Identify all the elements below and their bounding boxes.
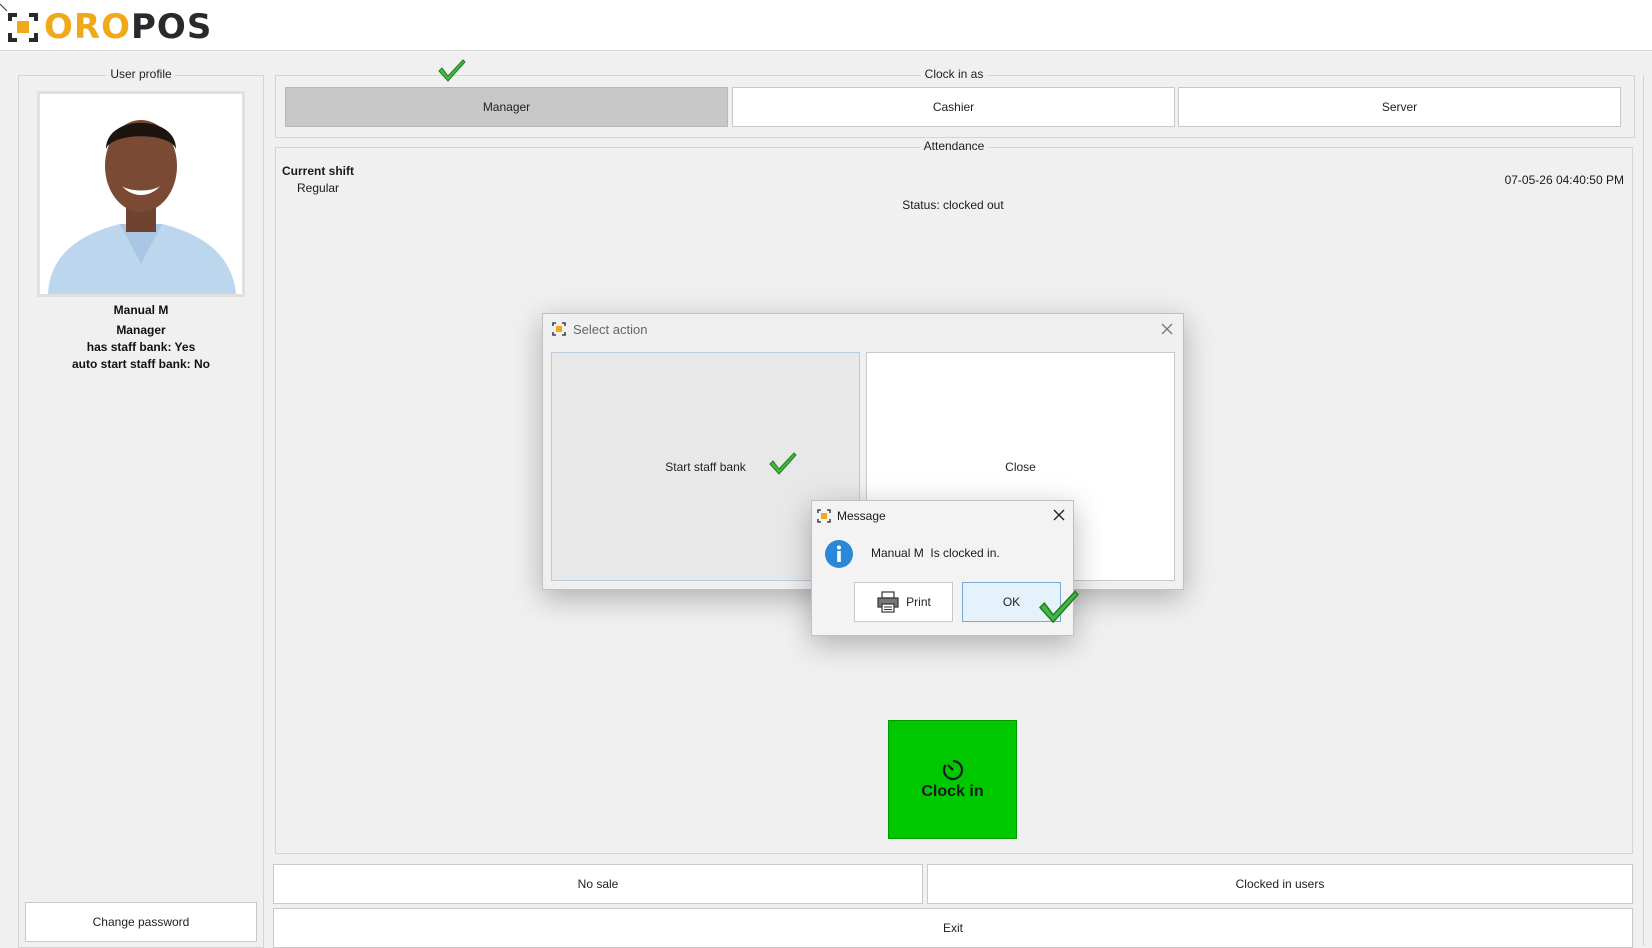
right-edge-panel [1643,75,1652,946]
role-button-manager[interactable]: Manager [285,87,728,127]
message-text: Manual M Is clocked in. [871,546,1000,560]
printer-icon [877,591,899,613]
select-action-titlebar: Select action [543,314,1183,344]
checkmark-icon [1038,590,1080,624]
message-title: Message [837,509,886,523]
user-profile-legend: User profile [106,67,176,81]
current-shift-label: Current shift [282,164,354,178]
staff-bank-info: has staff bank: Yes [86,340,196,354]
checkmark-icon [438,59,466,82]
attendance-timestamp: 07-05-26 04:40:50 PM [1504,173,1624,187]
no-sale-button[interactable]: No sale [273,864,923,904]
change-password-button[interactable]: Change password [25,902,257,942]
message-dialog: Message Manual M Is clocked in. Print OK [811,500,1074,636]
print-label: Print [906,595,931,609]
clocked-in-users-button[interactable]: Clocked in users [927,864,1633,904]
print-button[interactable]: Print [854,582,953,622]
info-icon [825,540,853,568]
close-action-label: Close [1005,459,1036,474]
select-action-title: Select action [573,321,648,337]
role-button-server[interactable]: Server [1178,87,1621,127]
user-photo [37,91,245,297]
window-corner-mark [0,0,8,12]
select-action-close-icon[interactable] [1157,319,1177,339]
oropos-logo: OROPOS [8,10,212,44]
logo-mark-icon [8,13,38,42]
logo-text: OROPOS [44,7,213,47]
message-titlebar: Message [812,501,1073,531]
checkmark-icon [769,452,797,475]
auto-start-info: auto start staff bank: No [71,357,210,371]
app-icon [817,509,831,523]
start-staff-bank-label: Start staff bank [665,459,746,474]
role-button-cashier[interactable]: Cashier [732,87,1175,127]
attendance-status: Status: clocked out [902,198,1004,212]
clock-in-button[interactable]: Clock in [888,720,1017,839]
clock-in-label: Clock in [921,782,984,800]
shift-name: Regular [297,181,340,195]
top-bar [0,0,1652,51]
attendance-legend: Attendance [919,139,989,153]
timer-icon [942,759,963,780]
exit-button[interactable]: Exit [273,908,1633,948]
user-avatar-image [40,94,242,294]
clock-in-as-legend: Clock in as [920,67,988,81]
user-role: Manager [116,323,166,337]
app-icon [552,322,566,336]
user-name: Manual M [113,303,169,317]
message-close-icon[interactable] [1049,505,1069,525]
